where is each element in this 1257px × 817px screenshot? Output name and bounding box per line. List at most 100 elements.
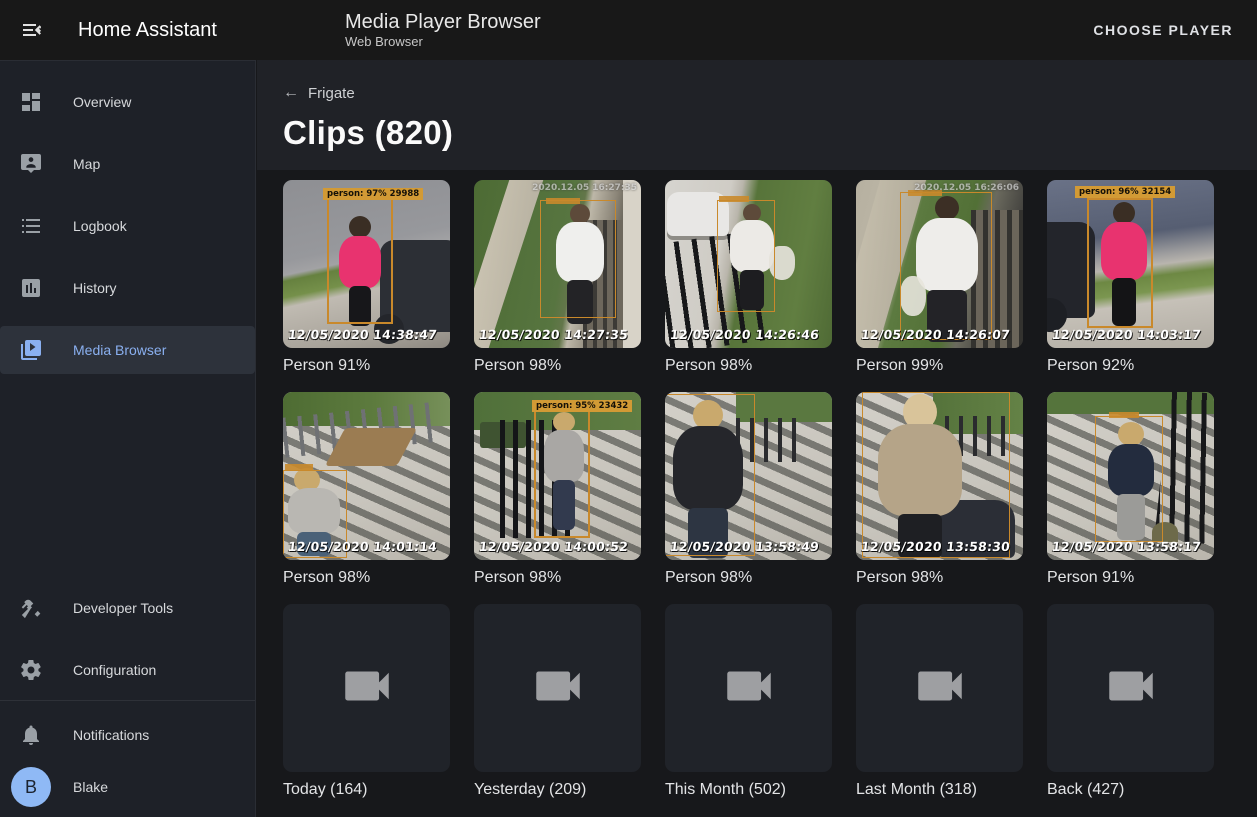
clip-item[interactable]: 2020.12.05 16:26:06 12/05/2020 14:26:07 … — [856, 180, 1023, 375]
clip-caption: Person 98% — [474, 357, 641, 375]
clip-item[interactable]: 2020.12.05 16:27:35 12/05/2020 14:27:35 … — [474, 180, 641, 375]
clip-caption: Person 91% — [283, 357, 450, 375]
history-chart-icon — [19, 276, 43, 300]
clip-thumbnail[interactable]: person: 96% 32154 12/05/2020 14:03:17 — [1047, 180, 1214, 348]
clip-caption: Person 98% — [283, 569, 450, 587]
sidebar-item-label: Map — [73, 156, 100, 172]
folder-item-back[interactable]: Back (427) — [1047, 604, 1214, 799]
folder-thumbnail[interactable] — [474, 604, 641, 772]
clip-timestamp: 12/05/2020 14:26:46 — [669, 327, 820, 342]
clip-caption: Person 98% — [665, 569, 832, 587]
hammer-icon — [19, 596, 43, 620]
folder-item-this-month[interactable]: This Month (502) — [665, 604, 832, 799]
sidebar-item-developer-tools[interactable]: Developer Tools — [0, 584, 255, 632]
page-title: Media Player Browser — [345, 10, 541, 34]
top-app-bar: Home Assistant Media Player Browser Web … — [0, 0, 1257, 60]
clip-timestamp: 12/05/2020 14:00:52 — [478, 539, 629, 554]
folder-item-today[interactable]: Today (164) — [283, 604, 450, 799]
clip-thumbnail[interactable]: person: 95% 23432 12/05/2020 14:00:52 — [474, 392, 641, 560]
clip-timestamp: 12/05/2020 13:58:30 — [860, 539, 1011, 554]
clip-thumbnail[interactable]: 12/05/2020 13:58:17 — [1047, 392, 1214, 560]
clip-item[interactable]: 12/05/2020 13:58:17 Person 91% — [1047, 392, 1214, 587]
dashboard-icon — [19, 90, 43, 114]
video-camera-icon — [1102, 657, 1160, 720]
map-account-icon — [19, 152, 43, 176]
sidebar-item-history[interactable]: History — [0, 264, 255, 312]
sidebar-item-label: Notifications — [73, 727, 149, 743]
sidebar-item-media-browser[interactable]: Media Browser — [0, 326, 255, 374]
clip-timestamp: 12/05/2020 13:58:49 — [669, 539, 820, 554]
clip-item[interactable]: 12/05/2020 13:58:30 Person 98% — [856, 392, 1023, 587]
sidebar-item-logbook[interactable]: Logbook — [0, 202, 255, 250]
clip-caption: Person 98% — [474, 569, 641, 587]
camera-osd-timestamp: 2020.12.05 16:27:35 — [532, 183, 637, 193]
sidebar-toggle-icon[interactable] — [8, 6, 56, 54]
choose-player-button[interactable]: CHOOSE PLAYER — [1085, 14, 1241, 46]
sidebar-item-label: History — [73, 280, 117, 296]
folder-item-last-month[interactable]: Last Month (318) — [856, 604, 1023, 799]
detection-label: person: 96% 32154 — [1075, 186, 1175, 198]
main-header: ← Frigate Clips (820) — [257, 60, 1257, 170]
sidebar-divider — [0, 700, 255, 701]
sidebar-item-label: Developer Tools — [73, 600, 173, 616]
clips-grid: person: 97% 29988 12/05/2020 14:38:47 Pe… — [257, 170, 1257, 799]
clip-thumbnail[interactable]: person: 97% 29988 12/05/2020 14:38:47 — [283, 180, 450, 348]
clip-caption: Person 98% — [665, 357, 832, 375]
topbar-left: Home Assistant — [0, 6, 256, 54]
clip-thumbnail[interactable]: 12/05/2020 14:01:14 — [283, 392, 450, 560]
folder-thumbnail[interactable] — [665, 604, 832, 772]
clip-thumbnail[interactable]: 12/05/2020 14:26:46 — [665, 180, 832, 348]
clip-timestamp: 12/05/2020 14:38:47 — [287, 327, 438, 342]
page-subtitle: Web Browser — [345, 34, 541, 50]
sidebar-item-label: Overview — [73, 94, 131, 110]
clip-caption: Person 92% — [1047, 357, 1214, 375]
clip-caption: Person 91% — [1047, 569, 1214, 587]
video-camera-icon — [529, 657, 587, 720]
sidebar: Overview Map Logbook History Media Brows… — [0, 60, 256, 817]
folder-label: Back (427) — [1047, 781, 1214, 799]
detection-label: person: 95% 23432 — [532, 400, 632, 412]
clip-thumbnail[interactable]: 2020.12.05 16:26:06 12/05/2020 14:26:07 — [856, 180, 1023, 348]
sidebar-item-label: Configuration — [73, 662, 156, 678]
clip-item[interactable]: 12/05/2020 13:58:49 Person 98% — [665, 392, 832, 587]
clip-thumbnail[interactable]: 12/05/2020 13:58:30 — [856, 392, 1023, 560]
camera-osd-timestamp: 2020.12.05 16:26:06 — [914, 183, 1019, 193]
page-title: Clips (820) — [283, 114, 1233, 152]
detection-label: person: 97% 29988 — [323, 188, 423, 200]
folder-thumbnail[interactable] — [1047, 604, 1214, 772]
bell-icon — [19, 723, 43, 747]
sidebar-item-label: Logbook — [73, 218, 127, 234]
clip-timestamp: 12/05/2020 14:26:07 — [860, 327, 1011, 342]
sidebar-item-profile[interactable]: B Blake — [0, 759, 255, 815]
clip-thumbnail[interactable]: 12/05/2020 13:58:49 — [665, 392, 832, 560]
sidebar-item-notifications[interactable]: Notifications — [0, 711, 255, 759]
clip-caption: Person 99% — [856, 357, 1023, 375]
clip-item[interactable]: person: 96% 32154 12/05/2020 14:03:17 Pe… — [1047, 180, 1214, 375]
clip-timestamp: 12/05/2020 14:01:14 — [287, 539, 438, 554]
media-play-box-icon — [19, 338, 43, 362]
clip-timestamp: 12/05/2020 14:27:35 — [478, 327, 629, 342]
breadcrumb[interactable]: ← Frigate — [283, 84, 355, 102]
logbook-list-icon — [19, 214, 43, 238]
clip-thumbnail[interactable]: 2020.12.05 16:27:35 12/05/2020 14:27:35 — [474, 180, 641, 348]
back-arrow-icon: ← — [283, 84, 299, 102]
folder-label: Last Month (318) — [856, 781, 1023, 799]
sidebar-item-overview[interactable]: Overview — [0, 78, 255, 126]
video-camera-icon — [911, 657, 969, 720]
avatar: B — [11, 767, 51, 807]
sidebar-item-label: Blake — [73, 779, 108, 795]
clip-timestamp: 12/05/2020 13:58:17 — [1051, 539, 1202, 554]
clip-item[interactable]: person: 97% 29988 12/05/2020 14:38:47 Pe… — [283, 180, 450, 375]
folder-thumbnail[interactable] — [856, 604, 1023, 772]
folder-label: This Month (502) — [665, 781, 832, 799]
clip-item[interactable]: person: 95% 23432 12/05/2020 14:00:52 Pe… — [474, 392, 641, 587]
folder-item-yesterday[interactable]: Yesterday (209) — [474, 604, 641, 799]
sidebar-item-configuration[interactable]: Configuration — [0, 646, 255, 694]
page-heading: Media Player Browser Web Browser — [345, 10, 541, 50]
folder-thumbnail[interactable] — [283, 604, 450, 772]
app-title: Home Assistant — [78, 19, 217, 42]
sidebar-item-map[interactable]: Map — [0, 140, 255, 188]
clip-item[interactable]: 12/05/2020 14:01:14 Person 98% — [283, 392, 450, 587]
clip-caption: Person 98% — [856, 569, 1023, 587]
clip-item[interactable]: 12/05/2020 14:26:46 Person 98% — [665, 180, 832, 375]
